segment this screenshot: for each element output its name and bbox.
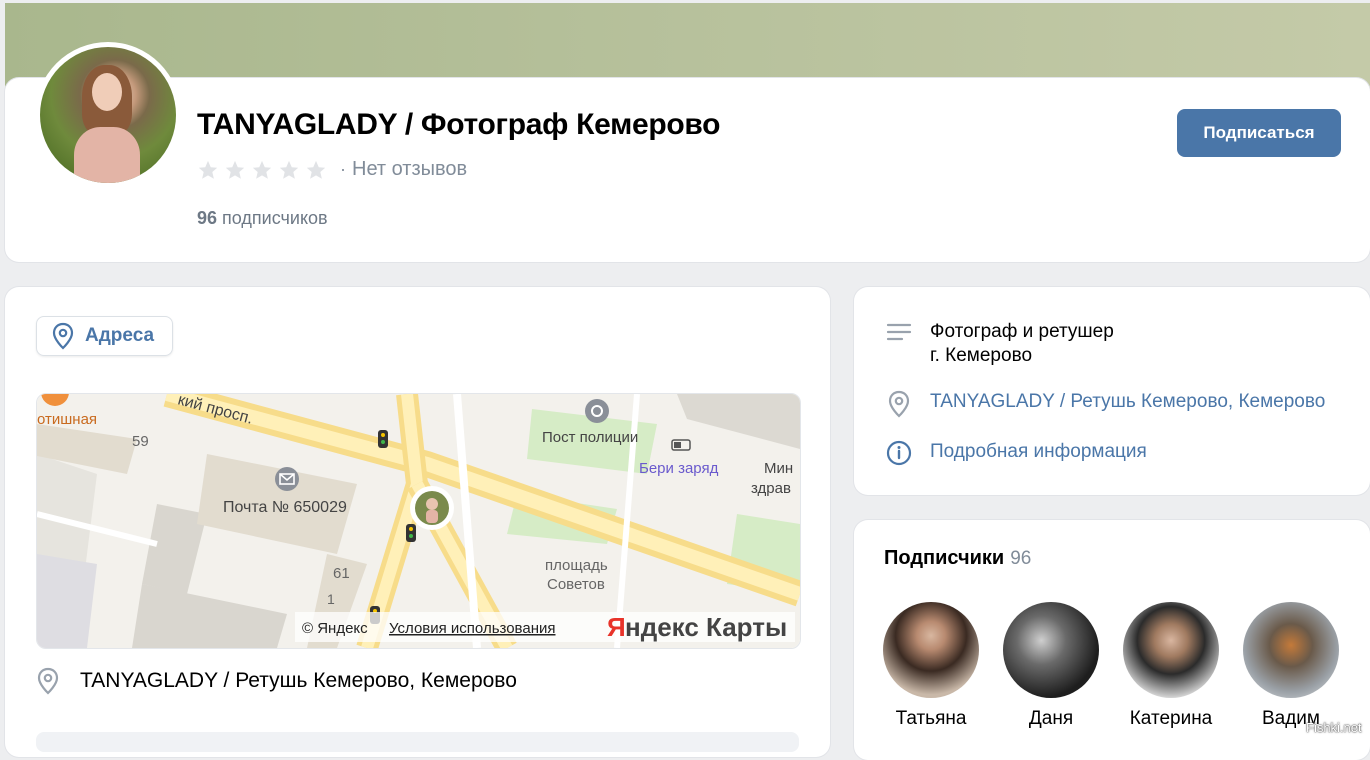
map-post-label: Почта № 650029 (223, 499, 347, 516)
map-charge-label: Бери заряд (639, 460, 719, 477)
rating[interactable]: · Нет отзывов (197, 158, 467, 181)
map-edge-label: Мин (764, 460, 793, 477)
follower-item[interactable]: Катерина (1116, 602, 1226, 730)
info-icon (886, 440, 912, 466)
details-link-row[interactable]: Подробная информация (886, 440, 1147, 466)
page-title: TANYAGLADY / Фотограф Кемерово (197, 108, 721, 141)
map-house-number: 61 (333, 565, 350, 582)
menu-lines-icon (886, 323, 912, 341)
follower-avatar (1243, 602, 1339, 698)
addresses-tab[interactable]: Адреса (36, 316, 173, 356)
star-icon (306, 160, 326, 179)
watermark: Fishki.net (1306, 720, 1362, 735)
follower-avatar (1123, 602, 1219, 698)
followers-count: 96 (1010, 548, 1032, 569)
avatar-photo (40, 47, 176, 183)
follower-item[interactable]: Татьяна (876, 602, 986, 730)
address-link-row[interactable]: TANYAGLADY / Ретушь Кемерово, Кемерово (886, 390, 1325, 418)
profile-avatar[interactable] (35, 42, 181, 188)
subscribers-label: подписчиков (222, 208, 328, 228)
map-edge-label: здрав (751, 480, 791, 497)
address-row[interactable]: TANYAGLADY / Ретушь Кемерово, Кемерово (36, 667, 517, 695)
star-icon (198, 160, 218, 179)
description-line: Фотограф и ретушер (930, 321, 1114, 342)
next-section-edge (36, 732, 799, 752)
map-police-label: Пост полиции (542, 429, 638, 446)
addresses-tab-label: Адреса (85, 325, 155, 346)
traffic-light-icon (406, 524, 416, 542)
location-pin-icon (37, 667, 59, 695)
traffic-light-icon (378, 430, 388, 448)
description-line: г. Кемерово (930, 345, 1033, 366)
follower-avatar (1003, 602, 1099, 698)
map-copyright: © Яндекс (302, 620, 368, 637)
followers-card: Подписчики 96 Татьяна Даня Катерина Вадим (854, 520, 1370, 760)
yandex-logo-text: ндекс Карты (625, 612, 787, 642)
follower-name: Катерина (1129, 708, 1213, 729)
follower-name: Даня (1028, 708, 1074, 729)
followers-title: Подписчики (884, 547, 1005, 569)
details-link[interactable]: Подробная информация (930, 440, 1147, 466)
location-pin-icon (52, 322, 74, 350)
rating-separator: · (340, 159, 346, 179)
profile-header: TANYAGLADY / Фотограф Кемерово · Нет отз… (5, 42, 1370, 262)
star-icon (225, 160, 245, 179)
follower-name: Татьяна (895, 708, 967, 729)
map-house-number: 1 (327, 591, 335, 607)
map-marker[interactable] (410, 486, 454, 530)
subscribe-button[interactable]: Подписаться (1177, 109, 1341, 157)
follower-avatar (883, 602, 979, 698)
description-row: Фотограф и ретушер г. Кемерово (886, 320, 1114, 368)
star-icon (279, 160, 299, 179)
star-icon (252, 160, 272, 179)
addresses-card: Адреса отишная кий просп. 59 61 1 Почта … (5, 287, 830, 757)
map-square-label: Советов (547, 576, 605, 593)
police-icon (585, 399, 609, 423)
reviews-text: Нет отзывов (352, 158, 468, 180)
subscribers-count: 96 (197, 208, 218, 228)
map-square-label: площадь (545, 557, 608, 574)
address-text: TANYAGLADY / Ретушь Кемерово, Кемерово (80, 669, 517, 692)
followers-header[interactable]: Подписчики 96 (884, 547, 1031, 570)
info-card: Фотограф и ретушер г. Кемерово TANYAGLAD… (854, 287, 1370, 495)
subscribers-link[interactable]: 96 подписчиков (197, 208, 328, 229)
address-link[interactable]: TANYAGLADY / Ретушь Кемерово, Кемерово (930, 390, 1325, 418)
location-pin-icon (888, 390, 910, 418)
mail-icon (275, 467, 299, 491)
follower-item[interactable]: Вадим (1236, 602, 1346, 730)
map-terms-link[interactable]: Условия использования (389, 620, 556, 637)
map-house-number: 59 (132, 433, 149, 450)
follower-item[interactable]: Даня (996, 602, 1106, 730)
map-place-label: отишная (37, 411, 97, 428)
yandex-logo-y: Я (607, 612, 626, 642)
yandex-map[interactable]: отишная кий просп. 59 61 1 Почта № 65002… (36, 393, 801, 649)
